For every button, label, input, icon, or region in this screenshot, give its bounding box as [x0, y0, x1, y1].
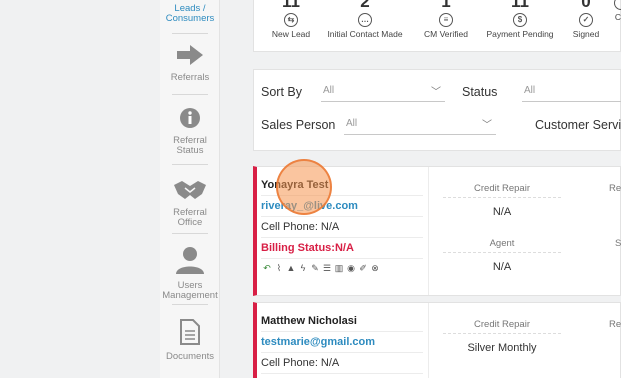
sidebar-divider	[172, 33, 208, 34]
stat-count: 1	[441, 0, 451, 11]
edit-icon[interactable]: ✎	[309, 263, 321, 274]
agent-value: N/A	[492, 261, 512, 273]
referral-label: Re	[609, 319, 621, 330]
stat-initial-contact-made[interactable]: 2 … Initial Contact Made	[324, 0, 406, 39]
stat-count: 11	[511, 0, 529, 11]
warning-icon[interactable]: ▲	[285, 263, 297, 273]
stat-partial[interactable]: C	[612, 0, 621, 22]
credit-repair-label: Credit Repair	[443, 316, 561, 334]
chevron-down-icon: ﹀	[482, 120, 492, 131]
sidebar-item-leads-consumers[interactable]: Leads / Consumers	[160, 4, 220, 24]
sort-by-select[interactable]: All ﹀	[321, 82, 445, 102]
list-icon[interactable]: ☰	[321, 263, 333, 274]
sales-person-value: All	[346, 118, 358, 129]
credit-repair-label: Credit Repair	[443, 180, 561, 198]
stat-label: New Lead	[271, 29, 311, 39]
sidebar-item-label: Referrals	[170, 72, 210, 83]
billing-status: Billing Status:N/A	[261, 238, 423, 259]
paperclip-icon[interactable]: ⌇	[273, 263, 285, 274]
referral-column: Re	[609, 316, 621, 334]
card-divider	[428, 303, 429, 378]
stat-label: Signed	[572, 29, 600, 39]
sidebar-divider	[172, 304, 208, 305]
status-select[interactable]: All	[522, 82, 621, 102]
sidebar-item-label: Management	[162, 290, 218, 301]
card-divider	[428, 167, 429, 295]
click-indicator	[276, 159, 332, 215]
credit-repair-column: Credit Repair Silver Monthly	[443, 316, 561, 354]
lead-email[interactable]: testmarie@gmail.com	[261, 332, 423, 353]
stat-signed[interactable]: 0 ✓ Signed	[566, 0, 606, 39]
lead-card: Matthew Nicholasi testmarie@gmail.com Ce…	[253, 302, 621, 378]
lead-icon: ⇆	[284, 13, 298, 27]
credit-repair-value: Silver Monthly	[467, 342, 537, 354]
reply-icon[interactable]: ↶	[261, 263, 273, 274]
stat-count: 11	[282, 0, 300, 11]
stat-label: Payment Pending	[486, 29, 554, 39]
referral-label: Re	[609, 183, 621, 194]
stat-label: Initial Contact Made	[327, 29, 403, 39]
status-value: All	[524, 85, 536, 96]
dollar-icon: $	[513, 13, 527, 27]
user-icon	[160, 246, 220, 277]
lead-phone: Cell Phone: N/A	[261, 353, 423, 374]
agent-column: Agent N/A	[443, 235, 561, 273]
stat-new-lead[interactable]: 11 ⇆ New Lead	[266, 0, 316, 39]
referral-column: Re	[609, 180, 621, 198]
stat-count: 2	[360, 0, 370, 11]
handshake-icon	[160, 179, 220, 204]
stat-count: 0	[581, 0, 591, 11]
sales-person-select[interactable]: All ﹀	[344, 115, 496, 135]
sidebar-item-label: Office	[177, 217, 203, 228]
stat-label: CM Verified	[424, 29, 468, 39]
info-icon	[160, 107, 220, 132]
sort-by-value: All	[323, 85, 335, 96]
status-column-label: S	[615, 238, 621, 249]
document-icon	[160, 319, 220, 348]
credit-repair-value: N/A	[492, 206, 512, 218]
sidebar-item-documents[interactable]: Documents	[160, 319, 220, 362]
status-label: Status	[462, 85, 498, 99]
sidebar: Leads / Consumers Referrals Referral Sta…	[160, 0, 220, 378]
status-column: S	[615, 235, 621, 253]
signed-icon: ✓	[579, 13, 593, 27]
chart-icon[interactable]: ▥	[333, 263, 345, 274]
sidebar-divider	[172, 164, 208, 165]
sidebar-item-label: Status	[176, 145, 204, 156]
stat-cm-verified[interactable]: 1 ≡ CM Verified	[420, 0, 472, 39]
customer-service-label: Customer Servi	[535, 118, 621, 132]
stat-label: C	[614, 12, 621, 22]
sales-person-label: Sales Person	[261, 118, 336, 132]
chevron-down-icon: ﹀	[431, 87, 441, 98]
agent-label: Agent	[443, 235, 561, 253]
filters-panel: Sort By All ﹀ Status All Sales Person Al…	[253, 69, 621, 151]
status-summary-bar: 11 ⇆ New Lead 2 … Initial Contact Made 1…	[253, 0, 621, 52]
sidebar-item-referrals[interactable]: Referrals	[160, 44, 220, 83]
close-circle-icon[interactable]: ⊗	[369, 263, 381, 274]
sidebar-item-referral-status[interactable]: Referral Status	[160, 107, 220, 156]
sidebar-item-label: Documents	[165, 351, 215, 362]
eye-icon[interactable]: ◉	[345, 263, 357, 274]
lead-name[interactable]: Matthew Nicholasi	[261, 303, 423, 332]
stat-payment-pending[interactable]: 11 $ Payment Pending	[483, 0, 557, 39]
sidebar-item-label: Consumers	[165, 13, 215, 24]
arrow-right-icon	[160, 44, 220, 69]
lead-actions: ↶ ⌇ ▲ ϟ ✎ ☰ ▥ ◉ ✐ ⊗	[261, 259, 423, 277]
pencil-icon[interactable]: ✐	[357, 263, 369, 274]
left-background	[0, 0, 160, 378]
chat-icon: …	[358, 13, 372, 27]
sidebar-divider	[172, 94, 208, 95]
lead-phone: Cell Phone: N/A	[261, 217, 423, 238]
sidebar-item-users-management[interactable]: Users Management	[160, 246, 220, 301]
sort-by-label: Sort By	[261, 85, 302, 99]
bolt-icon[interactable]: ϟ	[297, 263, 309, 273]
sidebar-item-referral-office[interactable]: Referral Office	[160, 179, 220, 228]
credit-repair-column: Credit Repair N/A	[443, 180, 561, 218]
partial-icon	[614, 0, 621, 10]
verified-icon: ≡	[439, 13, 453, 27]
sidebar-divider	[172, 233, 208, 234]
